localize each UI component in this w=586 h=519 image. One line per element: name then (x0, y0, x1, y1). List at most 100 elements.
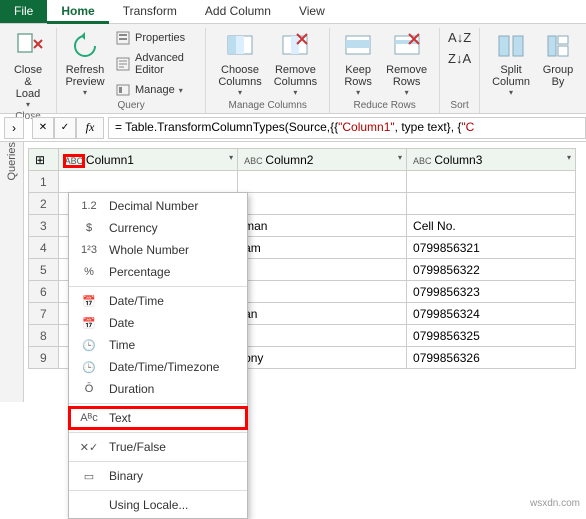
cell-col2[interactable] (238, 193, 407, 215)
menu-time[interactable]: 🕒Time (69, 334, 247, 356)
group-cols2: Split Column ▾ Group By (480, 28, 586, 113)
menu-percentage[interactable]: %Percentage (69, 261, 247, 283)
split-column-button[interactable]: Split Column ▾ (486, 28, 536, 99)
remove-rows-button[interactable]: Remove Rows ▾ (380, 28, 433, 99)
formula-nav-button[interactable]: ✕ (32, 117, 54, 139)
expand-queries-button[interactable]: › (4, 117, 24, 139)
group-query-label: Query (118, 100, 145, 113)
type-icon-col3[interactable]: ABC (413, 156, 431, 166)
group-by-button[interactable]: Group By (536, 28, 580, 90)
row-number: 4 (29, 237, 59, 259)
column-header-2[interactable]: ABC Column2 ▾ (238, 149, 407, 171)
tab-home[interactable]: Home (47, 0, 108, 24)
menu-whole[interactable]: 1²3 Whole Number (69, 239, 247, 261)
menu-truefalse[interactable]: ✕✓True/False (69, 436, 247, 458)
chevron-down-icon: ▾ (179, 86, 183, 95)
menu-dttz[interactable]: 🕒Date/Time/Timezone (69, 356, 247, 378)
choose-columns-button[interactable]: Choose Columns ▾ (212, 28, 267, 99)
cell-col3[interactable]: Cell No. (407, 215, 576, 237)
filter-icon[interactable]: ▾ (567, 153, 571, 162)
close-load-label: Close & Load (12, 64, 44, 100)
column-header-1[interactable]: ABC Column1 ▾ (58, 149, 238, 171)
duration-icon: Ō (79, 383, 99, 395)
formula-bar: › ✕ ✓ fx = Table.TransformColumnTypes(So… (0, 114, 586, 142)
cell-col3[interactable]: 0799856323 (407, 281, 576, 303)
cell-col1[interactable] (58, 171, 238, 193)
row-number: 6 (29, 281, 59, 303)
menu-decimal[interactable]: 1.2Decimal Number (69, 195, 247, 217)
cell-col2[interactable]: am (238, 237, 407, 259)
menu-duration[interactable]: Ō Duration (69, 378, 247, 400)
menu-date[interactable]: 📅Date (69, 312, 247, 334)
group-close: Close & Load ▾ Close (0, 28, 57, 113)
row-number: 5 (29, 259, 59, 281)
tab-add-column[interactable]: Add Column (191, 0, 285, 23)
cell-col3[interactable]: 0799856325 (407, 325, 576, 347)
cell-col2[interactable] (238, 171, 407, 193)
cell-col2[interactable] (238, 259, 407, 281)
remove-columns-button[interactable]: Remove Columns ▾ (268, 28, 323, 99)
filter-icon[interactable]: ▾ (398, 153, 402, 162)
tab-view[interactable]: View (285, 0, 339, 23)
group-reduce-rows: Keep Rows ▾ Remove Rows ▾ Reduce Rows (330, 28, 440, 113)
manage-button[interactable]: Manage ▾ (111, 80, 199, 100)
cell-col2[interactable] (238, 325, 407, 347)
column-header-3[interactable]: ABC Column3 ▾ (407, 149, 576, 171)
choose-columns-icon (224, 30, 256, 62)
cell-col2[interactable]: ony (238, 347, 407, 369)
chevron-right-icon: › (12, 121, 16, 135)
cell-col3[interactable]: 0799856322 (407, 259, 576, 281)
menu-datetime[interactable]: 📅Date/Time (69, 290, 247, 312)
tab-transform[interactable]: Transform (109, 0, 191, 23)
group-manage-columns: Choose Columns ▾ Remove Columns ▾ Manage… (206, 28, 330, 113)
properties-button[interactable]: Properties (111, 28, 199, 48)
cell-col2[interactable] (238, 281, 407, 303)
chevron-down-icon: ▾ (83, 88, 87, 97)
cell-col3[interactable] (407, 193, 576, 215)
menu-tf-label: True/False (109, 440, 166, 454)
menu-dttz-label: Date/Time/Timezone (109, 360, 219, 374)
keep-rows-button[interactable]: Keep Rows ▾ (336, 28, 380, 99)
split-column-icon (495, 30, 527, 62)
cell-col2[interactable]: man (238, 215, 407, 237)
queries-panel[interactable]: Queries (0, 142, 24, 402)
cell-col3[interactable]: 0799856324 (407, 303, 576, 325)
cell-col3[interactable]: 0799856321 (407, 237, 576, 259)
formula-check-button[interactable]: ✓ (54, 117, 76, 139)
type-icon-col2[interactable]: ABC (244, 156, 262, 166)
close-and-load-button[interactable]: Close & Load ▾ (6, 28, 50, 111)
menu-binary[interactable]: ▭Binary (69, 465, 247, 487)
remove-rows-icon (391, 30, 423, 62)
menu-currency[interactable]: $ Currency (69, 217, 247, 239)
sort-desc-button[interactable]: Z↓A (444, 49, 475, 68)
tab-file[interactable]: File (0, 0, 47, 23)
refresh-preview-button[interactable]: Refresh Preview ▾ (63, 28, 107, 99)
currency-icon: $ (79, 222, 99, 234)
cell-col2[interactable]: an (238, 303, 407, 325)
choose-columns-label: Choose Columns (218, 64, 261, 88)
sort-asc-button[interactable]: A↓Z (444, 28, 475, 47)
column2-name: Column2 (265, 153, 313, 167)
menu-text[interactable]: AᴮcText (69, 407, 247, 429)
properties-label: Properties (135, 32, 185, 44)
cell-col3[interactable]: 0799856326 (407, 347, 576, 369)
time-icon: 🕒 (79, 339, 99, 352)
advanced-editor-button[interactable]: Advanced Editor (111, 50, 199, 78)
menu-locale-label: Using Locale... (109, 498, 188, 512)
menu-binary-label: Binary (109, 469, 143, 483)
table-row[interactable]: 1 (29, 171, 576, 193)
menu-duration-label: Duration (109, 382, 154, 396)
formula-input[interactable]: = Table.TransformColumnTypes(Source,{{"C… (108, 117, 586, 139)
menu-whole-label: Whole Number (109, 243, 189, 257)
menu-currency-label: Currency (109, 221, 158, 235)
cell-col3[interactable] (407, 171, 576, 193)
x-icon: ✕ (39, 122, 47, 133)
sort-asc-icon: A↓Z (448, 30, 471, 45)
whole-number-icon: 1²3 (79, 244, 99, 256)
filter-icon[interactable]: ▾ (229, 153, 233, 162)
row-number: 7 (29, 303, 59, 325)
type-icon-col1[interactable]: ABC (65, 156, 83, 166)
grid-corner[interactable]: ⊞ (29, 149, 59, 171)
remove-rows-label: Remove Rows (386, 64, 427, 88)
fx-button[interactable]: fx (76, 117, 104, 139)
